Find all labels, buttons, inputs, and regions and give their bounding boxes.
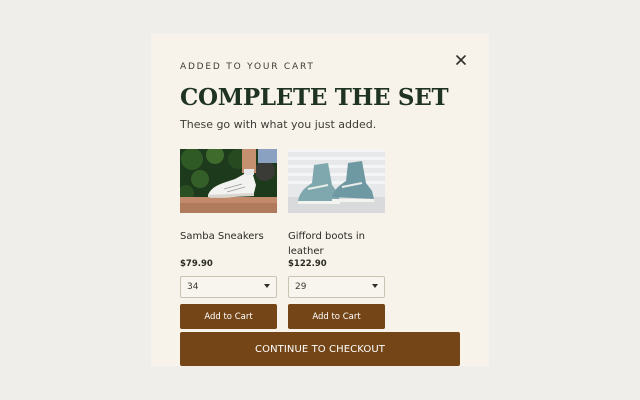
modal-subtitle: These go with what you just added. [180,118,377,131]
size-select-value: 34 [187,282,199,292]
chevron-down-icon [372,284,378,288]
continue-to-checkout-button[interactable]: CONTINUE TO CHECKOUT [180,332,460,366]
product-image[interactable] [180,149,277,213]
product-card: Gifford boots in leather $122.90 29 Add … [288,149,385,329]
product-name[interactable]: Samba Sneakers [180,229,277,259]
close-button[interactable] [451,50,471,70]
upsell-modal: ADDED TO YOUR CART COMPLETE THE SET Thes… [151,34,489,366]
modal-title: COMPLETE THE SET [180,84,449,111]
size-select-value: 29 [295,282,307,292]
size-select[interactable]: 34 [180,276,277,298]
chevron-down-icon [264,284,270,288]
product-name[interactable]: Gifford boots in leather [288,229,385,259]
product-card: Samba Sneakers $79.90 34 Add to Cart [180,149,277,329]
product-price: $122.90 [288,259,327,269]
size-select[interactable]: 29 [288,276,385,298]
close-icon [456,55,466,65]
add-to-cart-button[interactable]: Add to Cart [288,304,385,329]
modal-eyebrow: ADDED TO YOUR CART [180,62,315,72]
add-to-cart-button[interactable]: Add to Cart [180,304,277,329]
product-image[interactable] [288,149,385,213]
product-price: $79.90 [180,259,213,269]
